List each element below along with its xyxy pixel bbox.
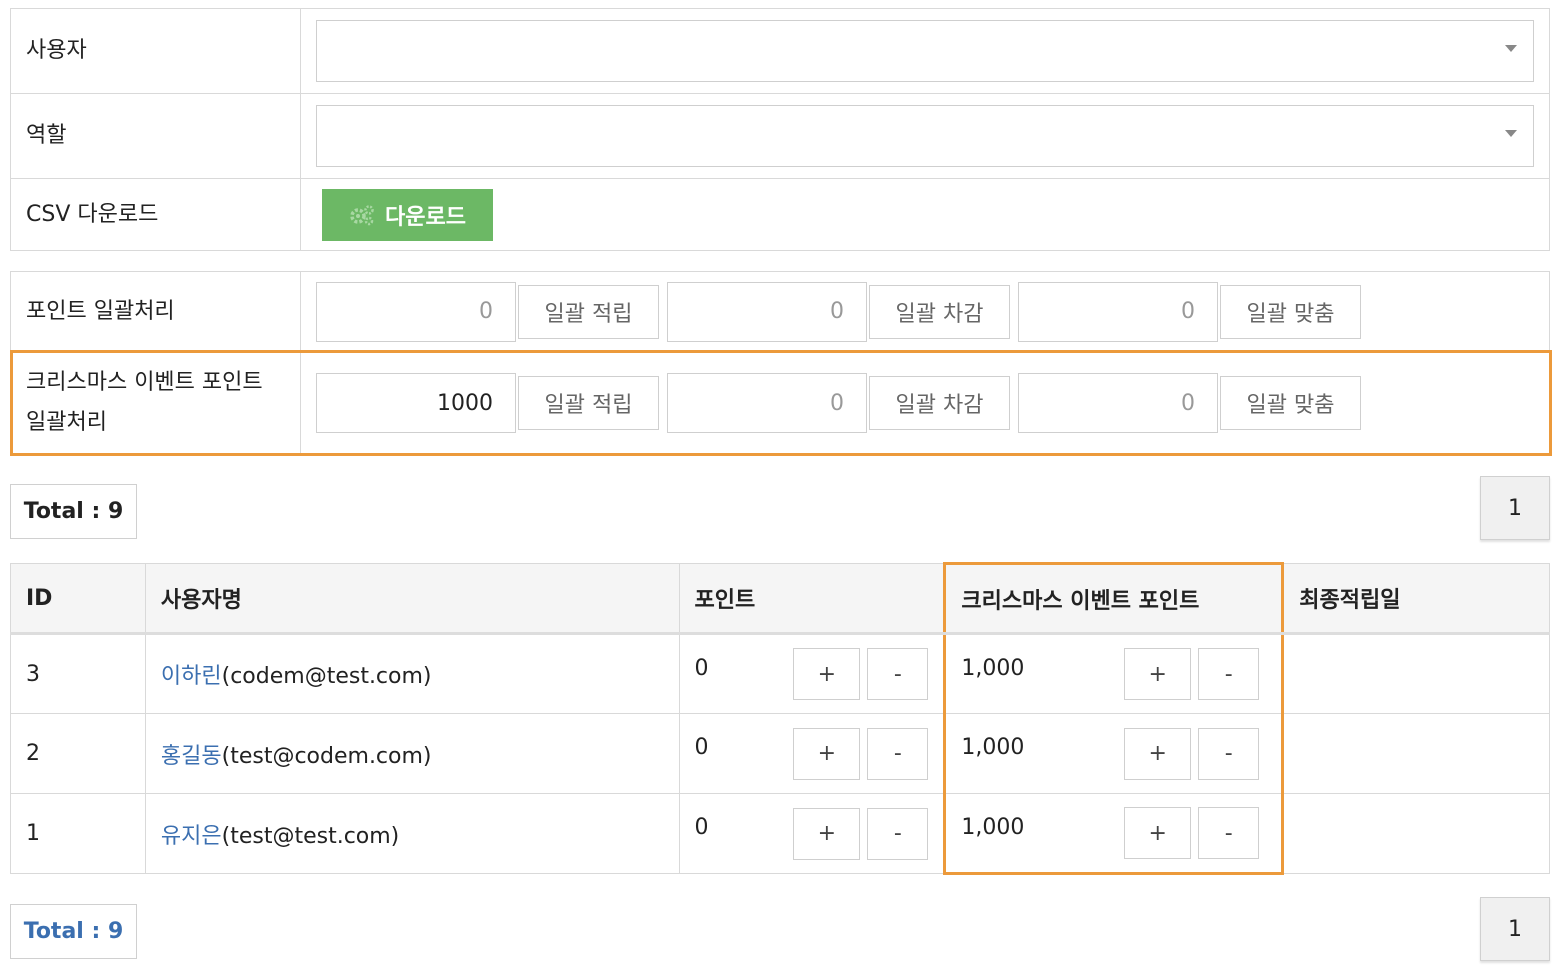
points-minus-button[interactable]: - <box>867 648 929 700</box>
row-points: 0 + - <box>678 713 946 794</box>
row-xmas-points: 1,000 + - <box>943 793 1285 875</box>
row-id: 3 <box>10 633 146 714</box>
user-email: (test@test.com) <box>221 823 400 849</box>
user-points-table: ID 사용자명 포인트 크리스마스 이벤트 포인트 최종적립일 3 이하린(co… <box>10 562 1550 875</box>
role-filter-label: 역할 <box>11 94 301 178</box>
points-set-button[interactable]: 일괄 맞춤 <box>1220 284 1361 339</box>
points-value: 0 <box>694 735 709 760</box>
row-last-date <box>1282 713 1550 794</box>
page-button-top[interactable]: 1 <box>1480 476 1550 540</box>
header-xmas-points[interactable]: 크리스마스 이벤트 포인트 <box>943 562 1285 635</box>
xmas-plus-button[interactable]: + <box>1124 648 1192 700</box>
xmas-minus-button[interactable]: - <box>1198 648 1260 700</box>
row-xmas-points: 1,000 + - <box>943 633 1285 714</box>
user-filter-row: 사용자 <box>11 9 1549 94</box>
points-value: 0 <box>694 815 709 840</box>
table-row: 1 유지은(test@test.com) 0 + - 1,000 + - <box>10 793 1550 875</box>
xmas-set-input[interactable]: 0 <box>1018 373 1218 433</box>
xmas-plus-button[interactable]: + <box>1124 807 1192 859</box>
page-button-bottom[interactable]: 1 <box>1480 897 1550 961</box>
xmas-points-value: 1,000 <box>961 735 1025 760</box>
row-username: 이하린(codem@test.com) <box>144 633 680 714</box>
row-username: 유지은(test@test.com) <box>144 793 680 874</box>
user-filter-label: 사용자 <box>11 9 301 93</box>
gears-icon <box>350 204 374 225</box>
points-minus-button[interactable]: - <box>867 727 929 780</box>
row-username: 홍길동(test@codem.com) <box>144 713 680 794</box>
user-link[interactable]: 이하린 <box>161 664 222 689</box>
xmas-accrue-button[interactable]: 일괄 적립 <box>518 376 659 430</box>
header-id[interactable]: ID <box>10 563 146 635</box>
row-last-date <box>1282 633 1550 714</box>
xmas-bulk-form: 크리스마스 이벤트 포인트 일괄처리 1000 일괄 적립 0 일괄 차감 0 … <box>10 350 1552 456</box>
xmas-accrue-input[interactable]: 1000 <box>316 373 516 433</box>
download-button-label: 다운로드 <box>385 204 466 230</box>
points-deduct-button[interactable]: 일괄 차감 <box>869 284 1010 339</box>
xmas-points-value: 1,000 <box>961 814 1025 840</box>
points-minus-button[interactable]: - <box>867 807 929 860</box>
xmas-bulk-label: 크리스마스 이벤트 포인트 일괄처리 <box>13 353 301 453</box>
row-points: 0 + - <box>678 633 946 714</box>
points-accrue-input[interactable]: 0 <box>316 281 516 342</box>
header-points[interactable]: 포인트 <box>678 563 946 635</box>
download-button[interactable]: 다운로드 <box>322 188 493 241</box>
xmas-deduct-button[interactable]: 일괄 차감 <box>869 376 1010 430</box>
user-link[interactable]: 홍길동 <box>161 744 222 769</box>
total-count: Total : 9 <box>10 484 137 539</box>
points-deduct-input[interactable]: 0 <box>667 281 867 342</box>
user-link[interactable]: 유지은 <box>161 824 222 849</box>
user-email: (codem@test.com) <box>221 664 432 689</box>
row-points: 0 + - <box>678 793 946 874</box>
points-plus-button[interactable]: + <box>793 727 861 780</box>
csv-label: CSV 다운로드 <box>11 179 301 250</box>
xmas-plus-button[interactable]: + <box>1124 727 1192 780</box>
xmas-minus-button[interactable]: - <box>1198 727 1260 780</box>
points-plus-button[interactable]: + <box>793 648 861 700</box>
chevron-down-icon <box>1505 45 1517 52</box>
xmas-minus-button[interactable]: - <box>1198 807 1260 859</box>
table-row: 2 홍길동(test@codem.com) 0 + - 1,000 + - <box>10 713 1550 794</box>
xmas-set-button[interactable]: 일괄 맞춤 <box>1220 376 1361 430</box>
role-filter-row: 역할 <box>11 94 1549 179</box>
user-email: (test@codem.com) <box>221 743 432 769</box>
points-set-input[interactable]: 0 <box>1018 281 1218 342</box>
chevron-down-icon <box>1505 130 1517 137</box>
role-select[interactable] <box>316 105 1534 167</box>
table-header-row: ID 사용자명 포인트 크리스마스 이벤트 포인트 최종적립일 <box>10 562 1550 635</box>
row-id: 2 <box>10 713 146 794</box>
row-last-date <box>1282 793 1550 874</box>
user-select[interactable] <box>316 20 1534 82</box>
header-username[interactable]: 사용자명 <box>144 563 680 635</box>
points-bulk-row: 포인트 일괄처리 0 일괄 적립 0 일괄 차감 0 일괄 맞춤 <box>11 272 1549 351</box>
points-bulk-label: 포인트 일괄처리 <box>11 272 301 351</box>
xmas-deduct-input[interactable]: 0 <box>667 373 867 433</box>
row-xmas-points: 1,000 + - <box>943 713 1285 794</box>
bulk-form: 포인트 일괄처리 0 일괄 적립 0 일괄 차감 0 일괄 맞춤 <box>10 271 1550 351</box>
xmas-bulk-row: 크리스마스 이벤트 포인트 일괄처리 1000 일괄 적립 0 일괄 차감 0 … <box>13 353 1549 453</box>
filter-form: 사용자 역할 CSV 다운로드 다운로드 <box>10 8 1550 251</box>
table-row: 3 이하린(codem@test.com) 0 + - 1,000 + - <box>10 633 1550 714</box>
header-last-date[interactable]: 최종적립일 <box>1282 563 1550 635</box>
points-plus-button[interactable]: + <box>793 807 861 860</box>
xmas-points-value: 1,000 <box>961 655 1025 681</box>
row-id: 1 <box>10 793 146 874</box>
points-value: 0 <box>694 655 709 681</box>
total-count-bottom: Total : 9 <box>10 904 137 959</box>
csv-row: CSV 다운로드 다운로드 <box>11 179 1549 250</box>
points-accrue-button[interactable]: 일괄 적립 <box>518 284 659 339</box>
